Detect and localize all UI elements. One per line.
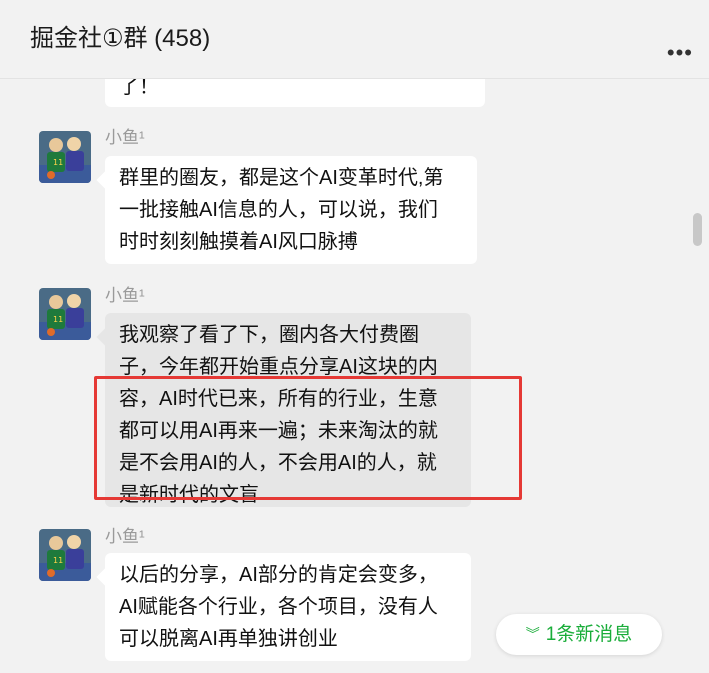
message-line: 容，AI时代已来，所有的行业，生意 — [119, 388, 438, 410]
message-line: 以后的分享，AI部分的肯定会变多， — [119, 564, 438, 586]
message-bubble-selected[interactable]: 我观察了看了下，圈内各大付费圈 子，今年都开始重点分享AI这块的内 容，AI时代… — [105, 313, 471, 507]
svg-text:11: 11 — [53, 315, 63, 324]
avatar[interactable]: 11 — [39, 288, 91, 340]
message-text: 了！ — [119, 79, 159, 98]
message-line: 一批接触AI信息的人，可以说，我们 — [119, 199, 438, 221]
double-chevron-down-icon: ︾ — [525, 626, 540, 642]
message-line: 是不会用AI的人，不会用AI的人，就 — [119, 452, 437, 474]
svg-text:11: 11 — [53, 158, 63, 167]
message-line: AI赋能各个行业，各个项目，没有人 — [119, 596, 438, 618]
message-bubble[interactable]: 了！ — [105, 79, 485, 107]
new-message-label: 1条新消息 — [545, 624, 633, 645]
sender-name: 小鱼¹ — [105, 527, 145, 546]
message-line: 时时刻刻触摸着AI风口脉搏 — [119, 231, 358, 253]
message-line: 都可以用AI再来一遍；未来淘汰的就 — [119, 420, 438, 442]
message-line: 是新时代的文盲 — [119, 484, 259, 506]
message-line: 可以脱离AI再单独讲创业 — [119, 628, 338, 650]
avatar[interactable]: 11 — [39, 529, 91, 581]
sender-name: 小鱼¹ — [105, 128, 145, 147]
message-line: 群里的圈友，都是这个AI变革时代,第 — [119, 167, 444, 189]
message-list[interactable]: 了！ 11 小鱼¹ 群里的圈友，都是这个AI变革时代,第 一批接触AI信息的人，… — [0, 79, 709, 673]
scrollbar-thumb[interactable] — [693, 213, 702, 246]
sender-name: 小鱼¹ — [105, 286, 145, 305]
new-message-button[interactable]: ︾ 1条新消息 — [496, 614, 662, 655]
message-line: 我观察了看了下，圈内各大付费圈 — [119, 324, 419, 346]
more-dots-icon[interactable]: ••• — [667, 40, 693, 66]
avatar[interactable]: 11 — [39, 131, 91, 183]
chat-header: 掘金社①群 (458) ••• — [0, 0, 709, 79]
chat-title: 掘金社①群 (458) — [30, 25, 211, 52]
svg-text:11: 11 — [53, 556, 63, 565]
message-bubble[interactable]: 以后的分享，AI部分的肯定会变多， AI赋能各个行业，各个项目，没有人 可以脱离… — [105, 553, 471, 661]
message-bubble[interactable]: 群里的圈友，都是这个AI变革时代,第 一批接触AI信息的人，可以说，我们 时时刻… — [105, 156, 477, 264]
message-line: 子，今年都开始重点分享AI这块的内 — [119, 356, 438, 378]
